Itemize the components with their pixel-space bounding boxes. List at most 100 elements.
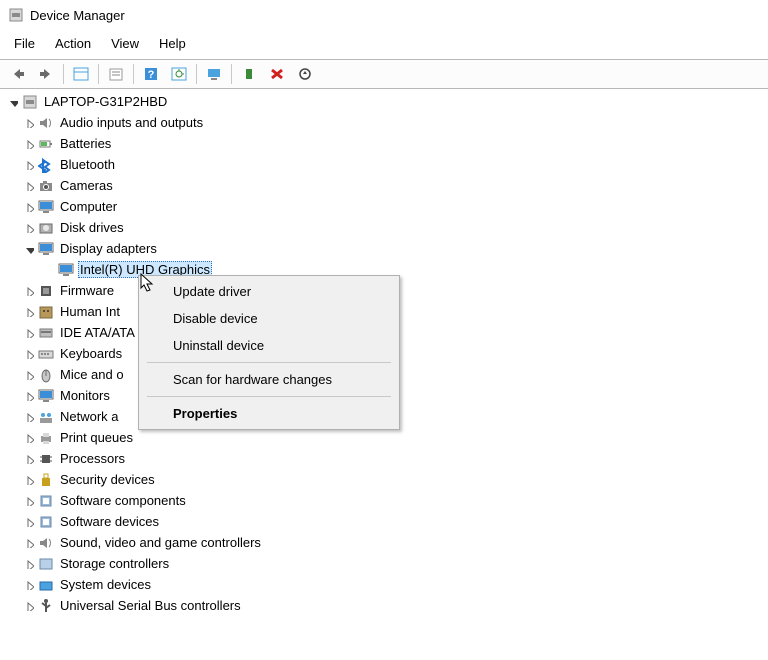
expander-closed-icon[interactable] (22, 349, 36, 359)
scan-button[interactable] (165, 62, 193, 86)
tree-category[interactable]: Processors (6, 448, 768, 469)
category-label[interactable]: Sound, video and game controllers (58, 534, 263, 551)
tree-category[interactable]: Bluetooth (6, 154, 768, 175)
category-label[interactable]: Universal Serial Bus controllers (58, 597, 243, 614)
category-label[interactable]: Human Int (58, 303, 122, 320)
toolbar-separator (98, 64, 99, 84)
context-disable-device[interactable]: Disable device (141, 305, 397, 332)
context-separator (147, 396, 391, 397)
tree-category[interactable]: Security devices (6, 469, 768, 490)
menu-view[interactable]: View (101, 34, 149, 53)
software-icon (38, 514, 54, 530)
expander-closed-icon[interactable] (22, 391, 36, 401)
tree-category[interactable]: Cameras (6, 175, 768, 196)
context-menu: Update driver Disable device Uninstall d… (138, 275, 400, 430)
category-label[interactable]: Firmware (58, 282, 116, 299)
storage-icon (38, 556, 54, 572)
enable-device-button[interactable] (235, 62, 263, 86)
expander-closed-icon[interactable] (22, 412, 36, 422)
category-label[interactable]: Network a (58, 408, 121, 425)
category-label[interactable]: Keyboards (58, 345, 124, 362)
expander-closed-icon[interactable] (22, 454, 36, 464)
monitor-icon (38, 199, 54, 215)
tree-category[interactable]: Software devices (6, 511, 768, 532)
category-label[interactable]: System devices (58, 576, 153, 593)
category-label[interactable]: Security devices (58, 471, 157, 488)
menubar: File Action View Help (0, 30, 768, 59)
computer-icon (22, 94, 38, 110)
expander-closed-icon[interactable] (22, 475, 36, 485)
menu-file[interactable]: File (4, 34, 45, 53)
tree-root[interactable]: LAPTOP-G31P2HBD (6, 91, 768, 112)
tree-category[interactable]: Audio inputs and outputs (6, 112, 768, 133)
back-button[interactable] (4, 62, 32, 86)
category-label[interactable]: Monitors (58, 387, 112, 404)
hid-icon (38, 304, 54, 320)
expander-closed-icon[interactable] (22, 496, 36, 506)
uninstall-button[interactable] (263, 62, 291, 86)
root-label[interactable]: LAPTOP-G31P2HBD (42, 93, 169, 110)
category-label[interactable]: Bluetooth (58, 156, 117, 173)
context-update-driver[interactable]: Update driver (141, 278, 397, 305)
svg-text:?: ? (148, 69, 155, 81)
device-tree[interactable]: LAPTOP-G31P2HBD Audio inputs and outputs… (0, 89, 768, 616)
update-driver-button[interactable] (200, 62, 228, 86)
expander-closed-icon[interactable] (22, 433, 36, 443)
tree-category[interactable]: Print queues (6, 427, 768, 448)
category-label[interactable]: IDE ATA/ATA (58, 324, 137, 341)
expander-closed-icon[interactable] (22, 580, 36, 590)
show-hidden-button[interactable] (67, 62, 95, 86)
toolbar-separator (133, 64, 134, 84)
expander-closed-icon[interactable] (22, 118, 36, 128)
expander-closed-icon[interactable] (22, 223, 36, 233)
expander-closed-icon[interactable] (22, 517, 36, 527)
context-properties[interactable]: Properties (141, 400, 397, 427)
category-label[interactable]: Print queues (58, 429, 135, 446)
expander-closed-icon[interactable] (22, 286, 36, 296)
expander-closed-icon[interactable] (22, 601, 36, 611)
category-label[interactable]: Software components (58, 492, 188, 509)
expander-closed-icon[interactable] (22, 370, 36, 380)
scan-hardware-button[interactable] (291, 62, 319, 86)
category-label[interactable]: Batteries (58, 135, 113, 152)
category-label[interactable]: Software devices (58, 513, 161, 530)
category-label[interactable]: Computer (58, 198, 119, 215)
tree-category[interactable]: Sound, video and game controllers (6, 532, 768, 553)
tree-category[interactable]: Display adapters (6, 238, 768, 259)
expander-closed-icon[interactable] (22, 538, 36, 548)
expander-closed-icon[interactable] (22, 181, 36, 191)
properties-button[interactable] (102, 62, 130, 86)
category-label[interactable]: Processors (58, 450, 127, 467)
context-uninstall-device[interactable]: Uninstall device (141, 332, 397, 359)
menu-action[interactable]: Action (45, 34, 101, 53)
tree-category[interactable]: Universal Serial Bus controllers (6, 595, 768, 616)
tree-category[interactable]: Software components (6, 490, 768, 511)
category-label[interactable]: Disk drives (58, 219, 126, 236)
category-label[interactable]: Cameras (58, 177, 115, 194)
tree-category[interactable]: Disk drives (6, 217, 768, 238)
tree-category[interactable]: System devices (6, 574, 768, 595)
expander-closed-icon[interactable] (22, 139, 36, 149)
category-label[interactable]: Audio inputs and outputs (58, 114, 205, 131)
expander-closed-icon[interactable] (22, 559, 36, 569)
expander-closed-icon[interactable] (22, 307, 36, 317)
menu-help[interactable]: Help (149, 34, 196, 53)
expander-open-icon[interactable] (22, 244, 36, 254)
category-label[interactable]: Mice and o (58, 366, 126, 383)
expander-closed-icon[interactable] (22, 328, 36, 338)
monitor-icon (38, 388, 54, 404)
tree-category[interactable]: Storage controllers (6, 553, 768, 574)
forward-button[interactable] (32, 62, 60, 86)
monitor-icon (58, 262, 74, 278)
category-label[interactable]: Storage controllers (58, 555, 171, 572)
expander-closed-icon[interactable] (22, 160, 36, 170)
expander-closed-icon[interactable] (22, 202, 36, 212)
context-scan-hardware[interactable]: Scan for hardware changes (141, 366, 397, 393)
help-button[interactable]: ? (137, 62, 165, 86)
category-label[interactable]: Display adapters (58, 240, 159, 257)
speaker-icon (38, 535, 54, 551)
tree-category[interactable]: Batteries (6, 133, 768, 154)
tree-category[interactable]: Computer (6, 196, 768, 217)
system-icon (38, 577, 54, 593)
expander-open-icon[interactable] (6, 97, 20, 107)
